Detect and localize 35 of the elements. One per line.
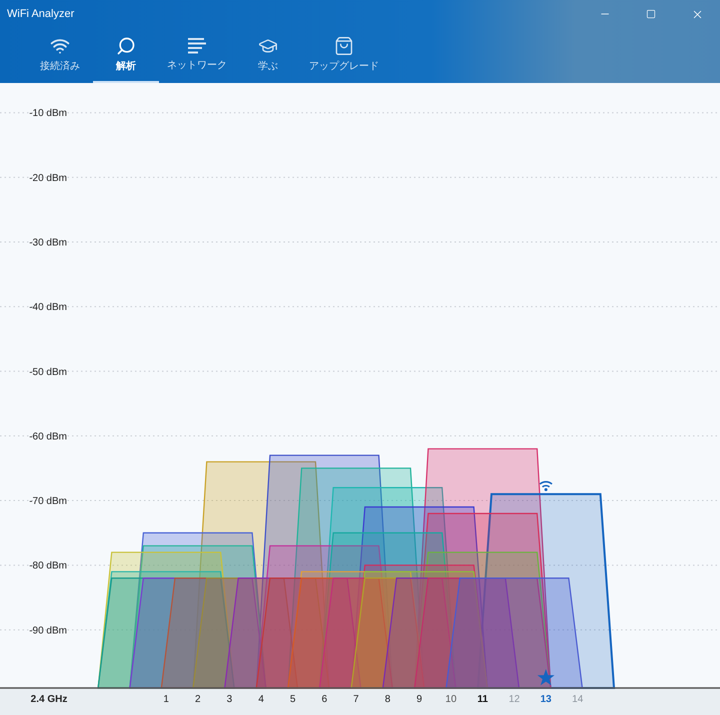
- channel-label: 10: [445, 694, 457, 705]
- nav-tab[interactable]: アップグレード: [301, 28, 387, 83]
- y-axis-label: -80 dBm: [29, 560, 67, 572]
- channel-label: 4: [258, 694, 264, 705]
- star-icon: [537, 669, 554, 686]
- x-axis-title: 2.4 GHz: [30, 694, 68, 705]
- nav-tab[interactable]: 接続済み: [27, 28, 93, 83]
- channel-label: 11: [477, 694, 488, 705]
- y-axis-label: -20 dBm: [29, 172, 67, 184]
- channel-label: 2: [195, 694, 201, 705]
- y-axis-label: -50 dBm: [29, 366, 67, 378]
- channel-label: 6: [322, 694, 328, 705]
- channel-label: 14: [572, 694, 584, 705]
- channel-label: 5: [290, 694, 296, 705]
- window-title: WiFi Analyzer: [6, 6, 74, 22]
- channel-label: 7: [353, 694, 359, 705]
- channel-label: 9: [416, 694, 422, 705]
- y-axis-label: -30 dBm: [29, 238, 67, 248]
- y-axis-label: -70 dBm: [29, 496, 67, 508]
- nav-tab[interactable]: ネットワーク: [159, 28, 235, 83]
- y-axis-label: -10 dBm: [29, 108, 67, 120]
- channel-label: 8: [384, 694, 390, 705]
- channel-label: 3: [226, 694, 232, 705]
- y-axis-label: -90 dBm: [29, 625, 67, 636]
- y-axis-label: -40 dBm: [29, 302, 67, 314]
- wifi-icon: [539, 481, 552, 492]
- channel-label: 12: [508, 694, 520, 705]
- nav-tab[interactable]: 学ぶ: [235, 28, 301, 83]
- list-icon: [187, 36, 207, 54]
- y-axis-label: -60 dBm: [29, 431, 67, 442]
- search-icon: [116, 36, 136, 56]
- channel-label: 13: [540, 694, 552, 705]
- channel-label: 1: [163, 694, 169, 705]
- maximize-icon: [646, 9, 656, 19]
- bag-icon: [334, 36, 354, 56]
